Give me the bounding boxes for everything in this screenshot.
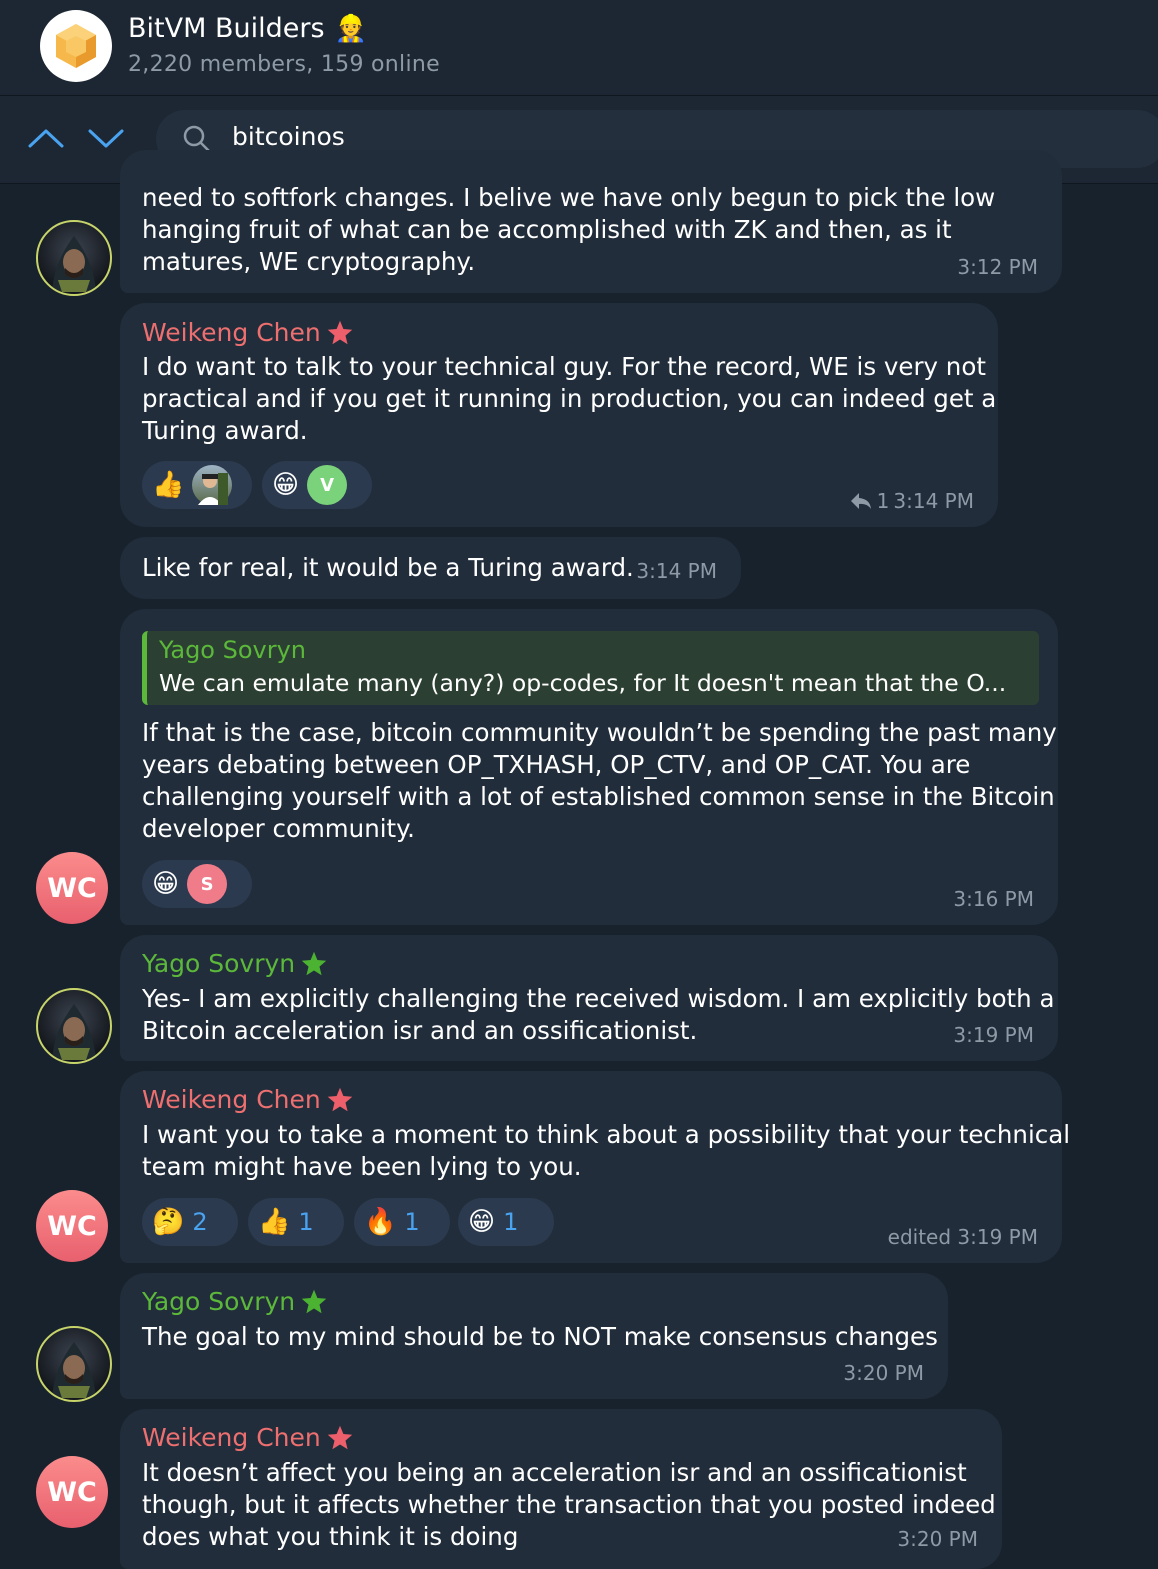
avatar-yago[interactable]: [36, 988, 112, 1064]
sender-name[interactable]: Weikeng Chen: [142, 318, 355, 347]
avatar-weikeng[interactable]: WC: [36, 1190, 108, 1262]
group-avatar[interactable]: [40, 10, 112, 82]
reaction-count: 1: [503, 1208, 519, 1236]
message-time: 3:20 PM: [897, 1527, 978, 1551]
reaction-thumbs-up[interactable]: 👍: [142, 461, 252, 509]
message-text: need to softfork changes. I belive we ha…: [142, 183, 996, 276]
avatar-yago[interactable]: [36, 220, 112, 296]
message-meta: 1 3:14 PM: [849, 489, 974, 513]
reaction-grin[interactable]: 😁 V: [262, 461, 372, 509]
reactor-avatar-v: V: [307, 465, 348, 505]
message-time: edited 3:19 PM: [887, 1225, 1038, 1249]
message-bubble[interactable]: need to softfork changes. I belive we ha…: [120, 150, 1062, 293]
sender-name[interactable]: Weikeng Chen: [142, 1085, 355, 1114]
reply-icon: [850, 493, 871, 509]
message-bubble[interactable]: Yago Sovryn We can emulate many (any?) o…: [120, 609, 1058, 925]
avatar-weikeng[interactable]: WC: [36, 852, 108, 924]
message-time: 3:19 PM: [953, 1023, 1034, 1047]
reactor-avatar: [192, 465, 233, 505]
message-text: I do want to talk to your technical guy.…: [142, 352, 997, 445]
message-time: 3:16 PM: [953, 887, 1034, 911]
quote-sender: Yago Sovryn: [159, 636, 307, 664]
message-text: It doesn’t affect you being an accelerat…: [142, 1458, 996, 1551]
message-bubble[interactable]: Weikeng Chen I want you to take a moment…: [120, 1071, 1070, 1263]
star-icon: [301, 1289, 327, 1313]
hooded-figure-icon: [52, 1342, 96, 1398]
avatar-weikeng[interactable]: WC: [36, 1456, 108, 1528]
message-text: If that is the case, bitcoin community w…: [142, 718, 1057, 843]
reactor-avatar-s: S: [187, 864, 228, 904]
avatar-yago[interactable]: [36, 1326, 112, 1402]
message-bubble[interactable]: Weikeng Chen I do want to talk to your t…: [120, 303, 998, 527]
group-title-text: BitVM Builders: [128, 13, 325, 44]
star-icon: [327, 1425, 352, 1449]
group-title[interactable]: BitVM Builders 👷: [128, 13, 367, 44]
sender-name-text: Yago Sovryn: [142, 1287, 296, 1316]
chevron-up-icon: [28, 129, 64, 148]
reaction-grin[interactable]: 😁 1: [458, 1198, 554, 1246]
message-text: I want you to take a moment to think abo…: [142, 1120, 1071, 1181]
star-icon: [327, 320, 352, 344]
cube-logo-icon: [56, 24, 96, 68]
message-bubble[interactable]: Like for real, it would be a Turing awar…: [120, 537, 741, 599]
search-prev-button[interactable]: [24, 118, 68, 158]
reaction-grin[interactable]: 😁 S: [142, 860, 252, 908]
message-bubble[interactable]: Yago Sovryn Yes- I am explicitly challen…: [120, 935, 1058, 1061]
sender-name-text: Yago Sovryn: [142, 949, 296, 978]
reaction-count: 2: [192, 1208, 208, 1236]
chevron-down-icon: [88, 129, 124, 148]
sender-name[interactable]: Yago Sovryn: [142, 1287, 329, 1316]
message-time: 3:14 PM: [636, 559, 717, 583]
sender-name-text: Weikeng Chen: [142, 1423, 321, 1452]
reaction-count: 1: [404, 1208, 420, 1236]
sender-name-text: Weikeng Chen: [142, 318, 321, 347]
message-text: Like for real, it would be a Turing awar…: [142, 553, 634, 582]
construction-worker-emoji: 👷: [334, 13, 367, 44]
star-icon: [327, 1087, 352, 1111]
thinking-emoji: 🤔: [152, 1207, 185, 1237]
hooded-figure-icon: [52, 236, 96, 292]
message-time: 3:12 PM: [957, 255, 1038, 279]
reaction-thumbs-up[interactable]: 👍 1: [248, 1198, 344, 1246]
message-text: The goal to my mind should be to NOT mak…: [142, 1322, 938, 1351]
reply-count: 1: [876, 489, 890, 513]
reply-quote[interactable]: Yago Sovryn We can emulate many (any?) o…: [142, 631, 1039, 705]
chat-header: BitVM Builders 👷 2,220 members, 159 onli…: [0, 0, 1158, 96]
message-bubble[interactable]: Yago Sovryn The goal to my mind should b…: [120, 1273, 948, 1399]
grin-emoji: 😁: [468, 1207, 496, 1237]
member-count: 2,220 members, 159 online: [128, 52, 440, 77]
search-query: bitcoinos: [232, 122, 345, 151]
star-icon: [301, 951, 327, 975]
message-time: 3:14 PM: [893, 489, 974, 513]
thumbs-up-emoji: 👍: [152, 470, 185, 500]
grin-emoji: 😁: [272, 470, 300, 500]
message-bubble[interactable]: Weikeng Chen It doesn’t affect you being…: [120, 1409, 1002, 1569]
grin-emoji: 😁: [152, 869, 180, 899]
thumbs-up-emoji: 👍: [258, 1207, 291, 1237]
sender-name[interactable]: Yago Sovryn: [142, 949, 329, 978]
message-text: Yes- I am explicitly challenging the rec…: [142, 984, 1055, 1045]
reaction-fire[interactable]: 🔥 1: [354, 1198, 450, 1246]
message-time: 3:20 PM: [843, 1361, 924, 1385]
hooded-figure-icon: [52, 1004, 96, 1060]
sender-name[interactable]: Weikeng Chen: [142, 1423, 355, 1452]
person-photo-icon: [198, 473, 229, 505]
fire-emoji: 🔥: [364, 1207, 397, 1237]
quote-text: We can emulate many (any?) op-codes, for…: [159, 669, 1007, 697]
reaction-count: 1: [298, 1208, 314, 1236]
sender-name-text: Weikeng Chen: [142, 1085, 321, 1114]
search-next-button[interactable]: [84, 118, 128, 158]
reaction-thinking[interactable]: 🤔 2: [142, 1198, 238, 1246]
